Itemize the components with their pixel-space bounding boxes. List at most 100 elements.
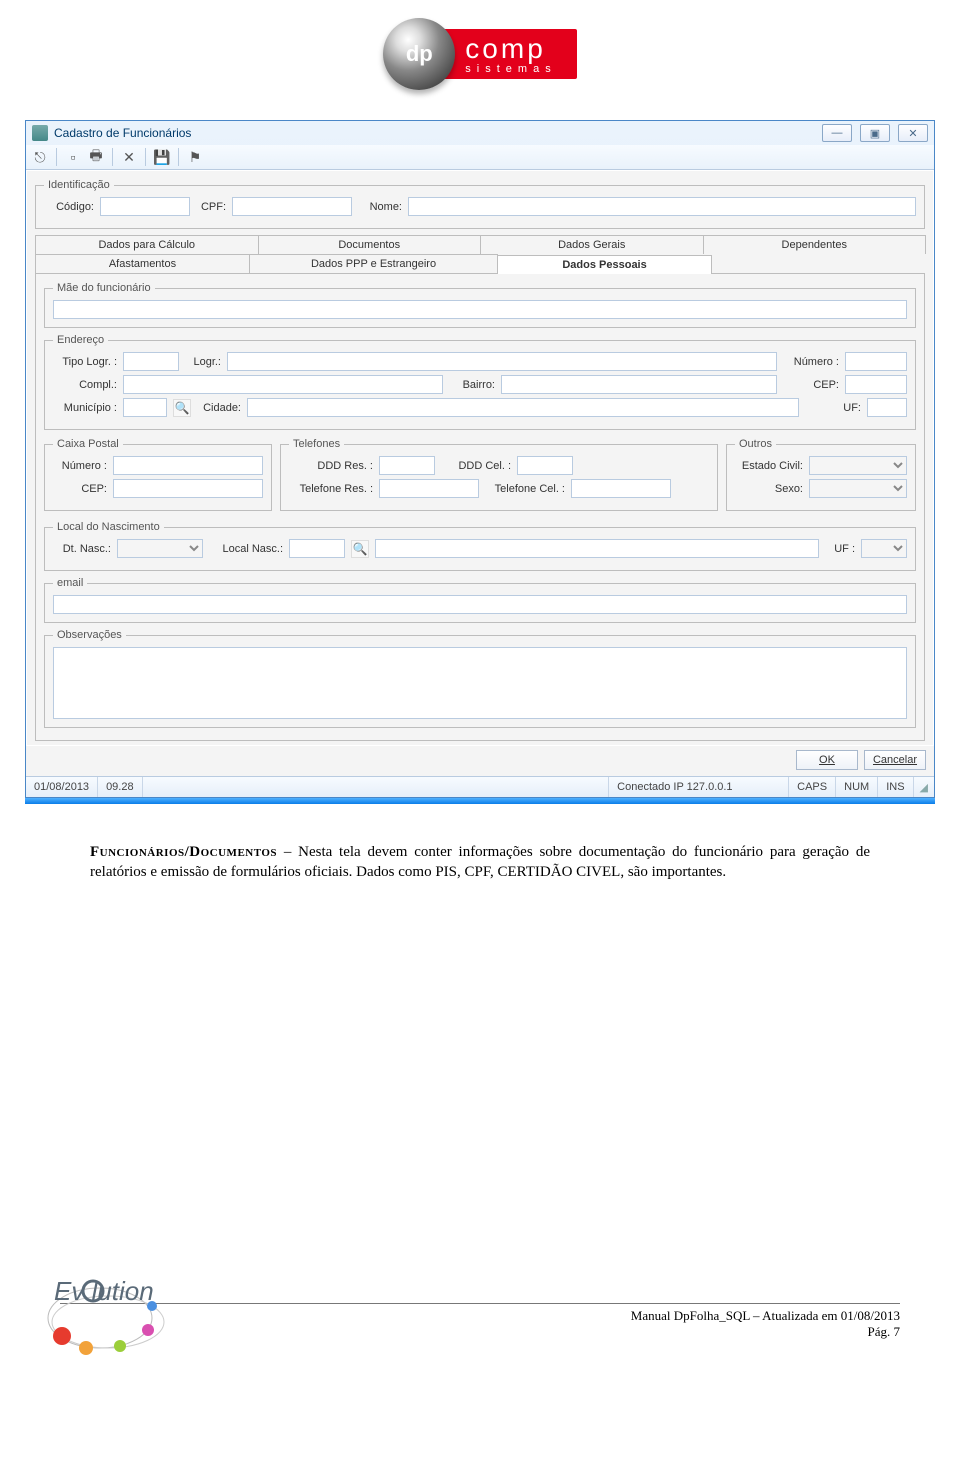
input-bairro[interactable] bbox=[501, 375, 777, 394]
label-cx-cep: CEP: bbox=[53, 483, 107, 495]
tab-body-pessoais: Mãe do funcionário Endereço Tipo Logr. :… bbox=[35, 273, 925, 741]
group-outros: Outros Estado Civil: Sexo: bbox=[726, 438, 916, 511]
group-mae: Mãe do funcionário bbox=[44, 282, 916, 328]
status-blank bbox=[143, 777, 610, 797]
label-uf-nasc: UF : bbox=[825, 543, 855, 555]
label-sexo: Sexo: bbox=[735, 483, 803, 495]
logo-sub: sistemas bbox=[465, 63, 556, 75]
tab-ppp-estrangeiro[interactable]: Dados PPP e Estrangeiro bbox=[249, 254, 498, 273]
label-tel-cel: Telefone Cel. : bbox=[485, 483, 565, 495]
input-cx-numero[interactable] bbox=[113, 456, 263, 475]
tab-dados-pessoais[interactable]: Dados Pessoais bbox=[497, 255, 712, 274]
textarea-obs[interactable] bbox=[53, 647, 907, 719]
input-logr[interactable] bbox=[227, 352, 777, 371]
input-email[interactable] bbox=[53, 595, 907, 614]
input-ddd-res[interactable] bbox=[379, 456, 435, 475]
group-local-nasc: Local do Nascimento Dt. Nasc.: Local Nas… bbox=[44, 521, 916, 571]
label-municipio: Município : bbox=[53, 402, 117, 414]
input-municipio[interactable] bbox=[123, 398, 167, 417]
tabs-row-2: Afastamentos Dados PPP e Estrangeiro Dad… bbox=[35, 254, 925, 273]
group-caixa-postal: Caixa Postal Número : CEP: bbox=[44, 438, 272, 511]
minimize-button[interactable]: — bbox=[822, 124, 852, 142]
logo-plate: comp sistemas bbox=[439, 29, 576, 79]
taskbar-strip bbox=[25, 798, 935, 804]
group-endereco: Endereço Tipo Logr. : Logr.: Número : Co… bbox=[44, 334, 916, 430]
input-compl[interactable] bbox=[123, 375, 443, 394]
status-date: 01/08/2013 bbox=[26, 777, 98, 797]
select-uf-nasc[interactable] bbox=[861, 539, 907, 558]
save-icon[interactable]: 💾 bbox=[152, 147, 172, 167]
input-uf-end[interactable] bbox=[867, 398, 907, 417]
label-cx-numero: Número : bbox=[53, 460, 107, 472]
input-local-nasc-desc[interactable] bbox=[375, 539, 819, 558]
lookup-local-nasc-icon[interactable]: 🔍 bbox=[351, 540, 369, 558]
tab-afastamentos[interactable]: Afastamentos bbox=[35, 254, 250, 273]
tabs-row-1: Dados para Cálculo Documentos Dados Gera… bbox=[35, 235, 925, 254]
tab-dados-gerais[interactable]: Dados Gerais bbox=[480, 235, 704, 254]
input-codigo[interactable] bbox=[100, 197, 190, 216]
close-button[interactable]: ✕ bbox=[898, 124, 928, 142]
app-window: Cadastro de Funcionários — ▣ ✕ ⎋ ▫ 🖶 ✕ 💾… bbox=[25, 120, 935, 798]
input-cep-end[interactable] bbox=[845, 375, 907, 394]
input-tel-cel[interactable] bbox=[571, 479, 671, 498]
lookup-municipio-icon[interactable]: 🔍 bbox=[173, 399, 191, 417]
input-mae[interactable] bbox=[53, 300, 907, 319]
legend-email: email bbox=[53, 577, 87, 589]
input-tipo-logr[interactable] bbox=[123, 352, 179, 371]
logo-ball: dp bbox=[383, 18, 455, 90]
status-caps: CAPS bbox=[789, 777, 836, 797]
window-title: Cadastro de Funcionários bbox=[54, 126, 191, 140]
input-tel-res[interactable] bbox=[379, 479, 479, 498]
label-tel-res: Telefone Res. : bbox=[289, 483, 373, 495]
resize-grip-icon[interactable]: ◢ bbox=[914, 777, 934, 797]
tab-documentos[interactable]: Documentos bbox=[258, 235, 482, 254]
select-estado-civil[interactable] bbox=[809, 456, 907, 475]
footer-line1: Manual DpFolha_SQL – Atualizada em 01/08… bbox=[631, 1308, 900, 1324]
input-cpf[interactable] bbox=[232, 197, 352, 216]
input-ddd-cel[interactable] bbox=[517, 456, 573, 475]
body-paragraph: Funcionários/Documentos – Nesta tela dev… bbox=[90, 842, 870, 883]
group-obs: Observações bbox=[44, 629, 916, 728]
page-footer: Ev lution Manual DpFolha_SQL – Atualizad… bbox=[60, 1303, 900, 1340]
label-nome: Nome: bbox=[358, 201, 402, 213]
app-icon bbox=[32, 125, 48, 141]
group-identificacao: Identificação Código: CPF: Nome: bbox=[35, 179, 925, 229]
delete-icon[interactable]: ✕ bbox=[119, 147, 139, 167]
flag-icon[interactable]: ⚑ bbox=[185, 147, 205, 167]
legend-cxpostal: Caixa Postal bbox=[53, 438, 123, 450]
ok-button[interactable]: OK bbox=[796, 750, 858, 770]
input-cx-cep[interactable] bbox=[113, 479, 263, 498]
exit-icon[interactable]: ⎋ bbox=[30, 147, 50, 167]
maximize-button[interactable]: ▣ bbox=[860, 124, 890, 142]
label-uf-end: UF: bbox=[805, 402, 861, 414]
select-sexo[interactable] bbox=[809, 479, 907, 498]
legend-mae: Mãe do funcionário bbox=[53, 282, 155, 294]
input-cidade[interactable] bbox=[247, 398, 799, 417]
input-nome[interactable] bbox=[408, 197, 916, 216]
status-connection: Conectado IP 127.0.0.1 bbox=[609, 777, 789, 797]
label-ddd-cel: DDD Cel. : bbox=[441, 460, 511, 472]
new-icon[interactable]: ▫ bbox=[63, 147, 83, 167]
label-codigo: Código: bbox=[44, 201, 94, 213]
logo-word: comp bbox=[465, 33, 556, 65]
print-icon[interactable]: 🖶 bbox=[86, 147, 106, 167]
label-cpf: CPF: bbox=[196, 201, 226, 213]
label-dt-nasc: Dt. Nasc.: bbox=[53, 543, 111, 555]
label-cep: CEP: bbox=[783, 379, 839, 391]
tab-calculo[interactable]: Dados para Cálculo bbox=[35, 235, 259, 254]
footer-text: Manual DpFolha_SQL – Atualizada em 01/08… bbox=[631, 1308, 900, 1340]
evolution-logo: Ev lution bbox=[40, 1266, 180, 1356]
legend-obs: Observações bbox=[53, 629, 126, 641]
select-dt-nasc[interactable] bbox=[117, 539, 203, 558]
legend-endereco: Endereço bbox=[53, 334, 108, 346]
header-logo-band: dp comp sistemas bbox=[0, 0, 960, 120]
input-numero-end[interactable] bbox=[845, 352, 907, 371]
legend-identificacao: Identificação bbox=[44, 179, 114, 191]
label-cidade: Cidade: bbox=[197, 402, 241, 414]
label-local-nasc: Local Nasc.: bbox=[209, 543, 283, 555]
input-local-nasc-cod[interactable] bbox=[289, 539, 345, 558]
label-numero: Número : bbox=[783, 356, 839, 368]
label-compl: Compl.: bbox=[53, 379, 117, 391]
tab-dependentes[interactable]: Dependentes bbox=[703, 235, 927, 254]
cancel-button[interactable]: Cancelar bbox=[864, 750, 926, 770]
